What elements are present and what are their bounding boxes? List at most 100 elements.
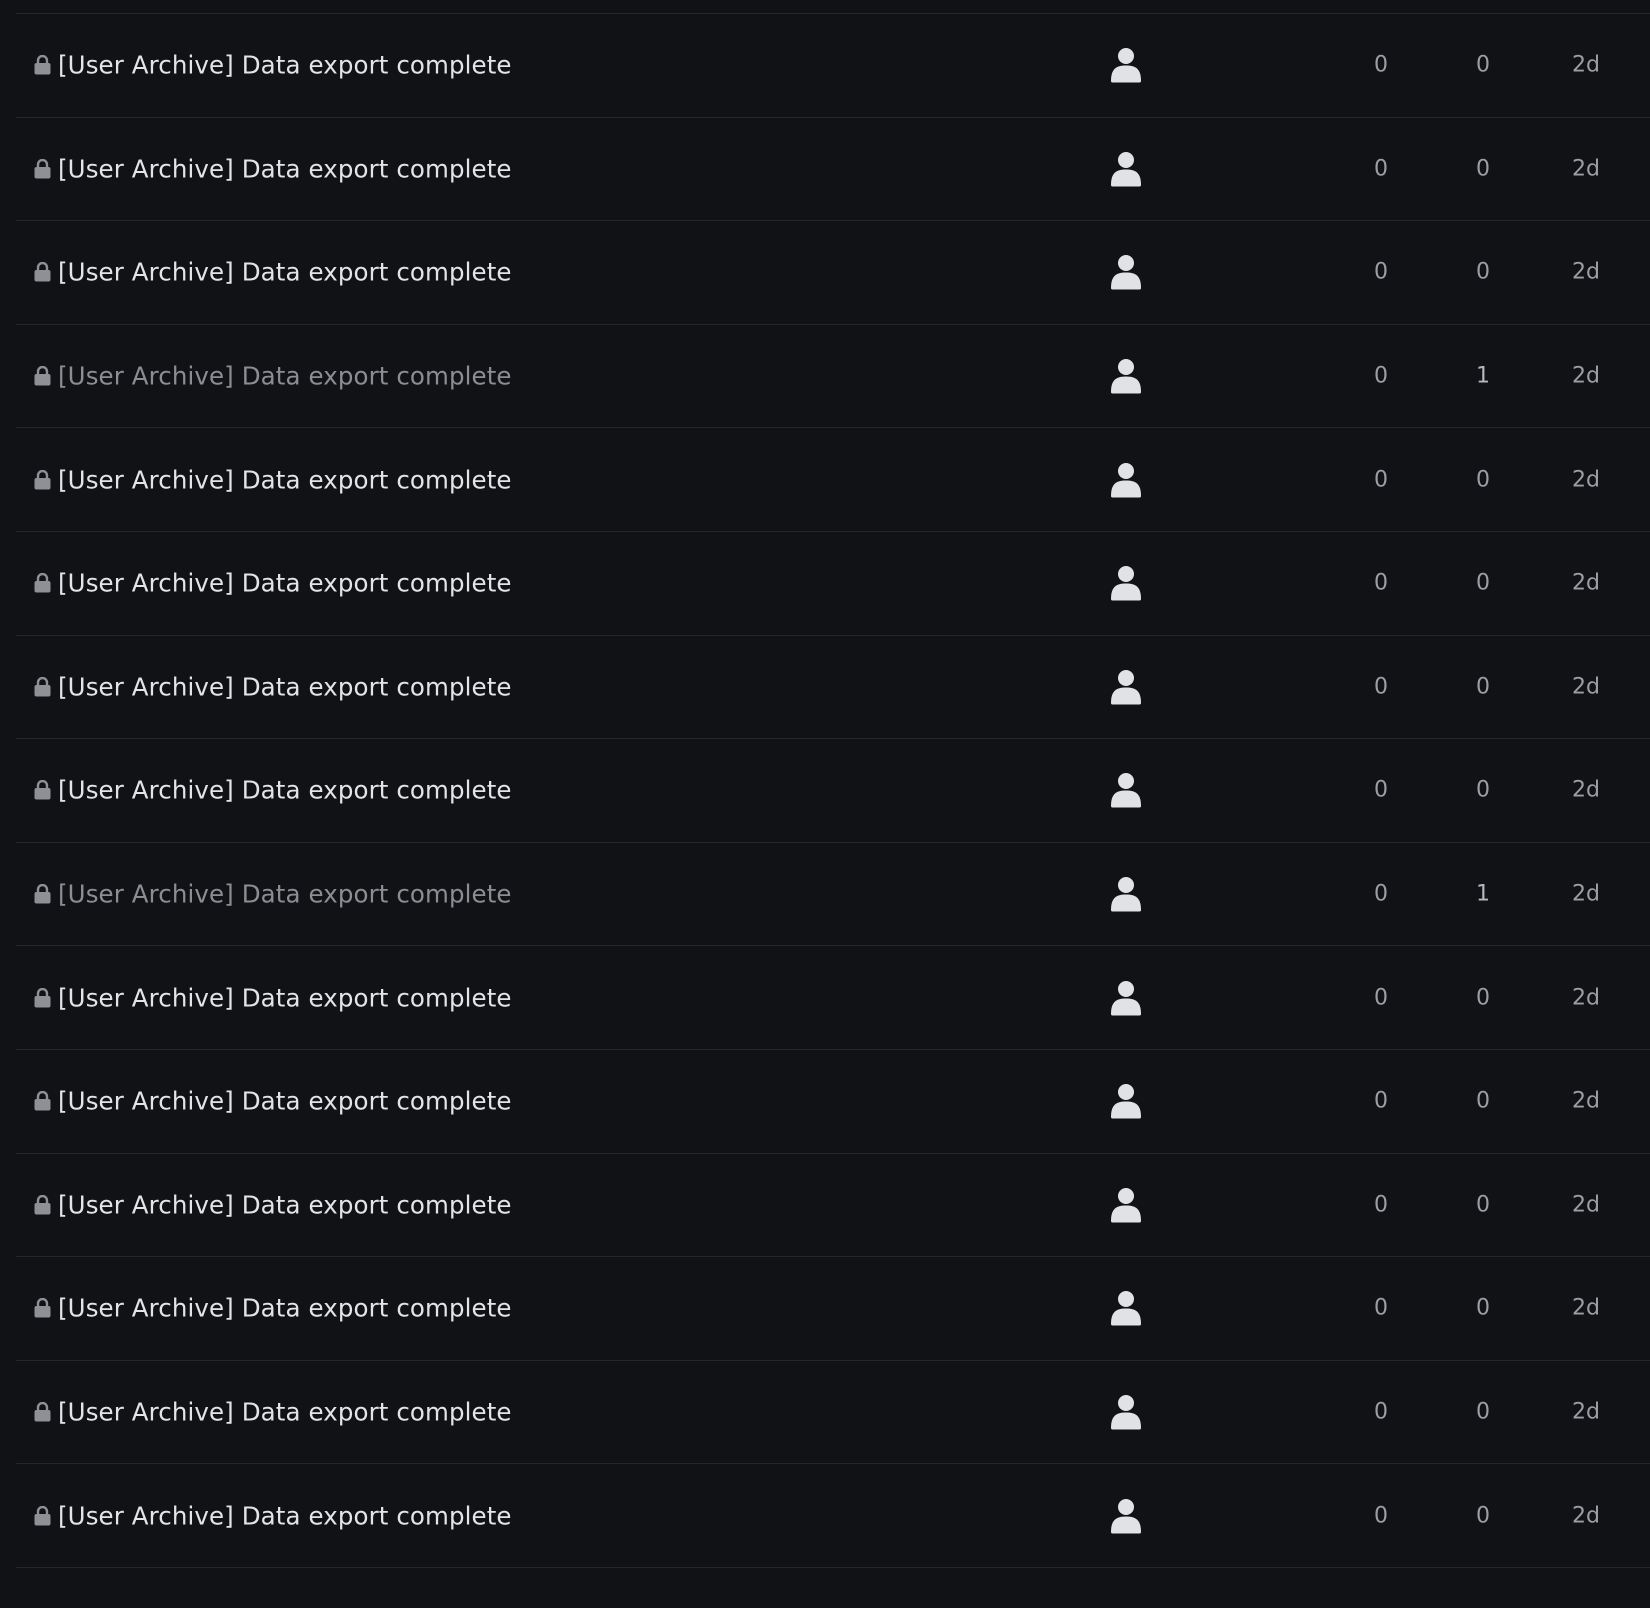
user-avatar-icon[interactable] [1110,47,1142,83]
activity-age[interactable]: 2d [1572,467,1600,492]
user-avatar-icon[interactable] [1110,254,1142,290]
user-avatar-icon[interactable] [1110,565,1142,601]
views-count: 0 [1476,1503,1490,1529]
views-count: 0 [1476,570,1490,596]
topic-title[interactable]: [User Archive] Data export complete [58,258,512,287]
topic-row[interactable]: [User Archive] Data export complete 0 0 … [16,1257,1650,1361]
views-count: 0 [1476,156,1490,182]
lock-icon [34,780,51,800]
topic-title[interactable]: [User Archive] Data export complete [58,154,512,183]
topic-row[interactable]: [User Archive] Data export complete 0 0 … [16,221,1650,325]
replies-count: 0 [1374,52,1388,78]
topic-row[interactable]: [User Archive] Data export complete 0 0 … [16,1050,1650,1154]
user-avatar-icon[interactable] [1110,772,1142,808]
activity-age[interactable]: 2d [1572,1192,1600,1217]
activity-age[interactable]: 2d [1572,1503,1600,1528]
user-avatar-icon[interactable] [1110,1290,1142,1326]
topic-title[interactable]: [User Archive] Data export complete [58,1398,512,1427]
topic-title[interactable]: [User Archive] Data export complete [58,569,512,598]
replies-count: 0 [1374,674,1388,700]
lock-icon [34,158,51,179]
user-avatar-icon[interactable] [1110,1083,1142,1119]
topic-row[interactable]: [User Archive] Data export complete 0 0 … [16,14,1650,118]
views-count: 0 [1476,1399,1490,1425]
topic-title[interactable]: [User Archive] Data export complete [58,672,512,701]
views-count: 0 [1476,467,1490,493]
replies-count: 0 [1374,156,1388,182]
replies-count: 0 [1374,363,1388,389]
replies-count: 0 [1374,259,1388,285]
topic-row[interactable]: [User Archive] Data export complete 0 0 … [16,636,1650,740]
topic-list: [User Archive] Data export complete 0 0 … [16,13,1650,1568]
topic-title[interactable]: [User Archive] Data export complete [58,1294,512,1323]
activity-age[interactable]: 2d [1572,53,1600,78]
topic-row[interactable]: [User Archive] Data export complete 0 1 … [16,325,1650,429]
topic-row[interactable]: [User Archive] Data export complete 0 0 … [16,946,1650,1050]
user-avatar-icon[interactable] [1110,669,1142,705]
lock-icon [34,262,51,282]
activity-age[interactable]: 2d [1572,571,1600,596]
activity-age[interactable]: 2d [1572,1296,1600,1321]
replies-count: 0 [1374,1192,1388,1218]
lock-icon [34,1194,51,1215]
lock-icon [34,55,51,75]
topic-row[interactable]: [User Archive] Data export complete 0 1 … [16,843,1650,947]
user-avatar-icon[interactable] [1110,358,1142,394]
topic-title[interactable]: [User Archive] Data export complete [58,1087,512,1116]
topic-row[interactable]: [User Archive] Data export complete 0 0 … [16,1154,1650,1258]
topic-row[interactable]: [User Archive] Data export complete 0 0 … [16,428,1650,532]
replies-count: 0 [1374,1503,1388,1529]
topic-title[interactable]: [User Archive] Data export complete [58,362,512,391]
views-count: 1 [1476,881,1490,907]
topic-row[interactable]: [User Archive] Data export complete 0 0 … [16,1361,1650,1465]
views-count: 0 [1476,985,1490,1011]
topic-title[interactable]: [User Archive] Data export complete [58,983,512,1012]
topic-title[interactable]: [User Archive] Data export complete [58,1501,512,1530]
lock-icon [34,676,51,697]
lock-icon [34,987,51,1008]
topic-row[interactable]: [User Archive] Data export complete 0 0 … [16,739,1650,843]
replies-count: 0 [1374,881,1388,907]
user-avatar-icon[interactable] [1110,151,1142,187]
lock-icon [34,573,51,593]
activity-age[interactable]: 2d [1572,1400,1600,1425]
topic-title[interactable]: [User Archive] Data export complete [58,1190,512,1219]
replies-count: 0 [1374,467,1388,493]
user-avatar-icon[interactable] [1110,462,1142,498]
activity-age[interactable]: 2d [1572,156,1600,181]
activity-age[interactable]: 2d [1572,674,1600,699]
user-avatar-icon[interactable] [1110,1187,1142,1223]
views-count: 1 [1476,363,1490,389]
replies-count: 0 [1374,1295,1388,1321]
lock-icon [34,884,51,904]
activity-age[interactable]: 2d [1572,364,1600,389]
topic-title[interactable]: [User Archive] Data export complete [58,880,512,909]
activity-age[interactable]: 2d [1572,778,1600,803]
views-count: 0 [1476,674,1490,700]
topic-row[interactable]: [User Archive] Data export complete 0 0 … [16,118,1650,222]
user-avatar-icon[interactable] [1110,876,1142,912]
views-count: 0 [1476,777,1490,803]
views-count: 0 [1476,259,1490,285]
activity-age[interactable]: 2d [1572,260,1600,285]
lock-icon [34,366,51,386]
topic-row[interactable]: [User Archive] Data export complete 0 0 … [16,532,1650,636]
lock-icon [34,1505,51,1526]
replies-count: 0 [1374,1399,1388,1425]
activity-age[interactable]: 2d [1572,882,1600,907]
topic-title[interactable]: [User Archive] Data export complete [58,51,512,80]
replies-count: 0 [1374,570,1388,596]
replies-count: 0 [1374,777,1388,803]
lock-icon [34,469,51,490]
user-avatar-icon[interactable] [1110,1498,1142,1534]
user-avatar-icon[interactable] [1110,1394,1142,1430]
lock-icon [34,1402,51,1422]
activity-age[interactable]: 2d [1572,1089,1600,1114]
activity-age[interactable]: 2d [1572,985,1600,1010]
topic-title[interactable]: [User Archive] Data export complete [58,776,512,805]
topic-row[interactable]: [User Archive] Data export complete 0 0 … [16,1464,1650,1568]
lock-icon [34,1298,51,1318]
views-count: 0 [1476,52,1490,78]
topic-title[interactable]: [User Archive] Data export complete [58,465,512,494]
user-avatar-icon[interactable] [1110,980,1142,1016]
